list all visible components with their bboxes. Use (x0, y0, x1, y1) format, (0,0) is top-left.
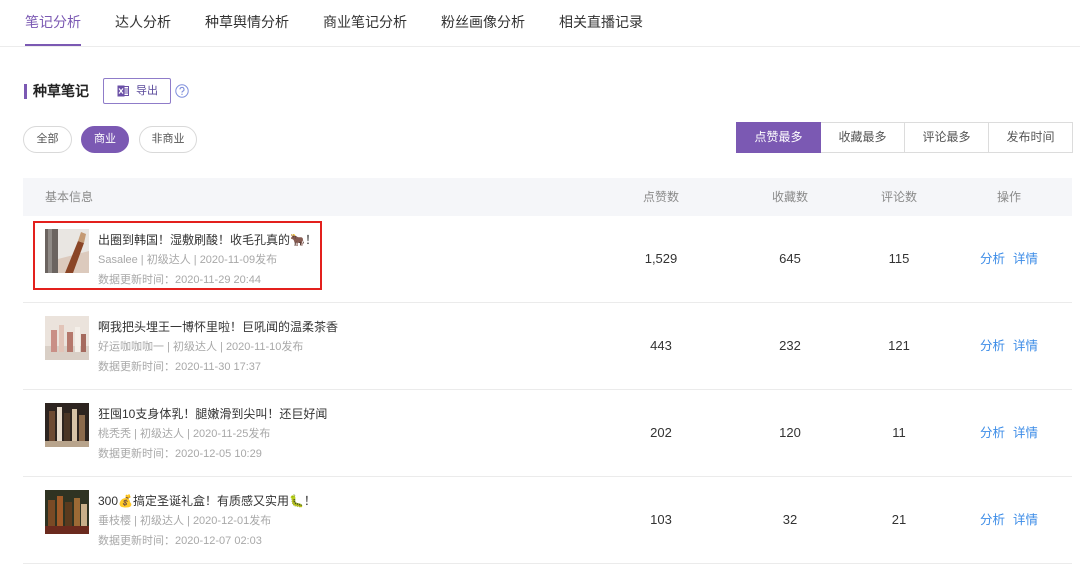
detail-link[interactable]: 详情 (1013, 426, 1038, 440)
tab-influencer-analysis[interactable]: 达人分析 (115, 0, 171, 46)
note-author-meta: 桃秃秃 | 初级达人 | 2020-11-25发布 (98, 428, 271, 440)
row-actions: 分析 详情 (952, 216, 1066, 302)
collects-count: 645 (779, 251, 801, 266)
analyze-link[interactable]: 分析 (980, 513, 1005, 527)
note-info-text: 啊我把头埋王一博怀里啦！巨吼闻的温柔茶香 好运咖咖咖一 | 初级达人 | 202… (98, 317, 338, 377)
note-author-meta: 垂枝樱 | 初级达人 | 2020-12-01发布 (98, 515, 272, 527)
excel-icon (117, 85, 129, 97)
row-actions: 分析 详情 (952, 477, 1066, 563)
export-button[interactable]: 导出 (103, 78, 171, 104)
note-author-meta: Sasalee | 初级达人 | 2020-11-09发布 (98, 254, 278, 266)
top-nav: 笔记分析 达人分析 种草舆情分析 商业笔记分析 粉丝画像分析 相关直播记录 (0, 0, 1080, 47)
likes-count: 1,529 (644, 251, 678, 266)
note-thumbnail (45, 316, 89, 360)
note-info-cell: 狂囤10支身体乳！腿嫩滑到尖叫！还巨好闻 桃秃秃 | 初级达人 | 2020-1… (23, 390, 588, 476)
analyze-link[interactable]: 分析 (980, 252, 1005, 266)
tab-commercial-note-analysis[interactable]: 商业笔记分析 (323, 0, 407, 46)
table-row: 狂囤10支身体乳！腿嫩滑到尖叫！还巨好闻 桃秃秃 | 初级达人 | 2020-1… (23, 390, 1072, 477)
row-actions: 分析 详情 (952, 390, 1066, 476)
detail-link[interactable]: 详情 (1013, 252, 1038, 266)
filter-non-commercial[interactable]: 非商业 (139, 126, 197, 153)
sort-options: 点赞最多 收藏最多 评论最多 发布时间 (736, 122, 1073, 153)
note-updated-time: 数据更新时间：2020-11-30 17:37 (98, 361, 262, 373)
note-thumbnail (45, 490, 89, 534)
export-label: 导出 (136, 85, 158, 97)
note-title: 啊我把头埋王一博怀里啦！巨吼闻的温柔茶香 (98, 320, 339, 334)
row-actions: 分析 详情 (952, 303, 1066, 389)
note-title: 狂囤10支身体乳！腿嫩滑到尖叫！还巨好闻 (98, 407, 328, 421)
comments-count: 121 (888, 338, 910, 353)
table-row: 300💰搞定圣诞礼盒！有质感又实用🐛！ 垂枝樱 | 初级达人 | 2020-12… (23, 477, 1072, 564)
likes-count: 443 (650, 338, 672, 353)
column-header-comments: 评论数 (880, 190, 917, 204)
note-thumbnail (45, 403, 89, 447)
note-author-meta: 好运咖咖咖一 | 初级达人 | 2020-11-10发布 (98, 341, 304, 353)
comments-count: 115 (888, 251, 910, 266)
comments-count: 21 (891, 512, 907, 527)
note-updated-time: 数据更新时间：2020-11-29 20:44 (98, 274, 262, 286)
table-row: 啊我把头埋王一博怀里啦！巨吼闻的温柔茶香 好运咖咖咖一 | 初级达人 | 202… (23, 303, 1072, 390)
tab-seeding-sentiment-analysis[interactable]: 种草舆情分析 (205, 0, 289, 46)
tab-live-records[interactable]: 相关直播记录 (559, 0, 643, 46)
collects-count: 232 (779, 338, 801, 353)
analyze-link[interactable]: 分析 (980, 426, 1005, 440)
likes-count: 103 (650, 512, 672, 527)
sort-publish-time[interactable]: 发布时间 (988, 122, 1073, 153)
sort-most-likes[interactable]: 点赞最多 (736, 122, 821, 153)
table-row: 出圈到韩国！湿敷刷酸！收毛孔真的🐂！ Sasalee | 初级达人 | 2020… (23, 216, 1072, 303)
column-header-actions: 操作 (996, 190, 1021, 204)
sort-most-comments[interactable]: 评论最多 (904, 122, 989, 153)
note-info-text: 出圈到韩国！湿敷刷酸！收毛孔真的🐂！ Sasalee | 初级达人 | 2020… (98, 230, 317, 290)
note-title: 出圈到韩国！湿敷刷酸！收毛孔真的🐂！ (98, 233, 317, 247)
detail-link[interactable]: 详情 (1013, 513, 1038, 527)
filter-all[interactable]: 全部 (23, 126, 72, 153)
note-info-cell: 出圈到韩国！湿敷刷酸！收毛孔真的🐂！ Sasalee | 初级达人 | 2020… (23, 216, 588, 302)
tab-fan-profile-analysis[interactable]: 粉丝画像分析 (441, 0, 525, 46)
detail-link[interactable]: 详情 (1013, 339, 1038, 353)
collects-count: 32 (782, 512, 798, 527)
note-title: 300💰搞定圣诞礼盒！有质感又实用🐛！ (98, 494, 316, 508)
note-info-text: 狂囤10支身体乳！腿嫩滑到尖叫！还巨好闻 桃秃秃 | 初级达人 | 2020-1… (98, 404, 327, 464)
table-header: 基本信息 点赞数 收藏数 评论数 操作 (23, 178, 1072, 216)
note-info-cell: 啊我把头埋王一博怀里啦！巨吼闻的温柔茶香 好运咖咖咖一 | 初级达人 | 202… (23, 303, 588, 389)
sort-most-collects[interactable]: 收藏最多 (820, 122, 905, 153)
analyze-link[interactable]: 分析 (980, 339, 1005, 353)
column-header-likes: 点赞数 (642, 190, 679, 204)
note-type-filter: 全部 商业 非商业 (23, 126, 206, 153)
nav-tabs: 笔记分析 达人分析 种草舆情分析 商业笔记分析 粉丝画像分析 相关直播记录 (25, 0, 677, 46)
notes-table: 基本信息 点赞数 收藏数 评论数 操作 出圈到韩国！湿敷刷酸！收毛孔真的🐂！ S… (23, 178, 1072, 564)
section-accent-bar (24, 84, 27, 99)
section-title: 种草笔记 (33, 83, 89, 99)
comments-count: 11 (892, 425, 906, 440)
filter-commercial[interactable]: 商业 (81, 126, 129, 153)
likes-count: 202 (650, 425, 672, 440)
note-updated-time: 数据更新时间：2020-12-05 10:29 (98, 448, 262, 460)
note-thumbnail (45, 229, 89, 273)
question-circle-icon[interactable] (175, 84, 189, 98)
note-info-text: 300💰搞定圣诞礼盒！有质感又实用🐛！ 垂枝樱 | 初级达人 | 2020-12… (98, 491, 316, 551)
collects-count: 120 (779, 425, 801, 440)
tab-note-analysis[interactable]: 笔记分析 (25, 0, 81, 46)
column-header-info: 基本信息 (45, 190, 94, 204)
note-info-cell: 300💰搞定圣诞礼盒！有质感又实用🐛！ 垂枝樱 | 初级达人 | 2020-12… (23, 477, 588, 563)
column-header-collects: 收藏数 (771, 190, 808, 204)
note-updated-time: 数据更新时间：2020-12-07 02:03 (98, 535, 262, 547)
